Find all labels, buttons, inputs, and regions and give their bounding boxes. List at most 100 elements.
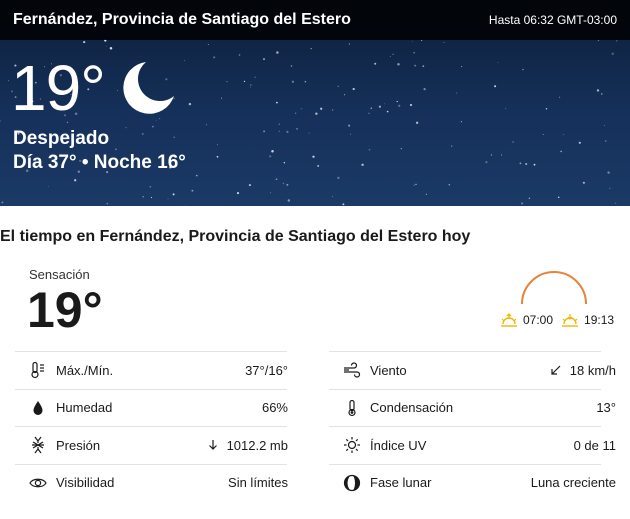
star <box>250 86 251 88</box>
star <box>254 76 256 78</box>
star <box>243 80 246 83</box>
star <box>414 64 417 67</box>
star <box>278 130 280 132</box>
arrow-down-icon <box>208 440 217 451</box>
day-night-temperatures: Día 37° • Noche 16° <box>13 152 186 173</box>
star <box>596 89 600 92</box>
star <box>611 52 614 55</box>
star <box>308 132 310 134</box>
star <box>150 196 153 199</box>
star <box>422 65 425 68</box>
valid-until-timestamp: Hasta 06:32 GMT-03:00 <box>488 13 617 27</box>
detail-row-high-low: Máx./Mín. 37°/16° <box>15 351 288 389</box>
location-title: Fernández, Provincia de Santiago del Est… <box>13 11 351 28</box>
current-condition: Despejado <box>13 128 110 149</box>
detail-value: Luna creciente <box>530 475 616 491</box>
star <box>352 87 355 91</box>
star <box>525 162 528 166</box>
star <box>310 47 312 50</box>
star <box>485 161 488 164</box>
detail-label: Fase lunar <box>370 475 432 491</box>
detail-row-dew-point: Condensación 13° <box>329 388 616 427</box>
location-header: Fernández, Provincia de Santiago del Est… <box>0 0 630 40</box>
star <box>494 85 497 88</box>
wind-icon <box>343 361 361 379</box>
detail-label: Visibilidad <box>56 475 115 491</box>
star <box>213 56 216 59</box>
star <box>415 183 417 186</box>
sun-path-arc <box>521 271 587 305</box>
star <box>505 107 507 109</box>
star <box>275 178 278 181</box>
star <box>497 62 499 64</box>
star <box>221 97 223 99</box>
star <box>490 154 492 156</box>
star <box>344 94 346 96</box>
star <box>125 126 127 129</box>
dew-point-icon <box>343 399 361 417</box>
star <box>295 127 299 130</box>
star <box>370 107 372 109</box>
star <box>226 80 228 83</box>
star <box>361 163 364 167</box>
star <box>348 124 351 127</box>
star <box>601 93 603 95</box>
star <box>115 148 117 150</box>
detail-row-moon-phase: Fase lunar Luna creciente <box>329 463 616 502</box>
star <box>368 112 370 114</box>
detail-value: 37°/16° <box>245 362 288 378</box>
sunrise-sunset: 07:00 19:13 <box>500 313 614 327</box>
star <box>172 193 175 196</box>
current-conditions-hero: Fernández, Provincia de Santiago del Est… <box>0 0 630 206</box>
star <box>109 47 113 50</box>
star <box>521 202 524 205</box>
star <box>604 124 605 126</box>
star <box>271 150 274 153</box>
detail-row-visibility: Visibilidad Sin límites <box>15 463 288 502</box>
star <box>48 185 50 187</box>
thermometer-icon <box>29 361 47 379</box>
star <box>83 41 86 44</box>
star <box>216 144 218 146</box>
star <box>294 112 297 114</box>
current-temperature: 19° <box>11 52 106 124</box>
star <box>616 40 618 42</box>
star <box>278 123 280 125</box>
star <box>236 192 240 195</box>
star <box>287 199 290 202</box>
star <box>270 192 272 194</box>
uv-index-icon <box>343 436 361 454</box>
wind-direction-arrow-icon <box>551 365 561 375</box>
star <box>383 103 385 105</box>
star <box>286 183 289 186</box>
star <box>560 150 562 153</box>
star <box>533 163 536 166</box>
star <box>276 101 278 104</box>
star <box>276 51 279 54</box>
star <box>282 182 285 185</box>
star <box>400 148 402 150</box>
star <box>350 133 352 135</box>
star <box>290 65 293 67</box>
star <box>342 203 345 206</box>
star <box>269 155 272 158</box>
star <box>413 184 415 186</box>
details-left-column: Máx./Mín. 37°/16° Humedad 66% Presión 10… <box>15 351 288 502</box>
star <box>411 40 413 42</box>
detail-label: Máx./Mín. <box>56 362 114 378</box>
star <box>0 120 1 122</box>
star <box>304 80 307 83</box>
star <box>512 141 514 143</box>
moon-phase-icon <box>343 474 361 492</box>
eye-icon <box>29 474 47 492</box>
details-right-column: Viento 18 km/h Condensación 13° Índice U… <box>329 351 616 502</box>
star <box>545 108 548 110</box>
detail-value: 0 de 11 <box>573 437 616 453</box>
star <box>607 171 610 174</box>
sunrise-time: 07:00 <box>523 313 554 327</box>
sunset-time: 19:13 <box>584 313 615 327</box>
star <box>315 112 318 115</box>
star <box>149 185 152 188</box>
sunset-icon <box>562 314 579 327</box>
star <box>421 39 423 42</box>
